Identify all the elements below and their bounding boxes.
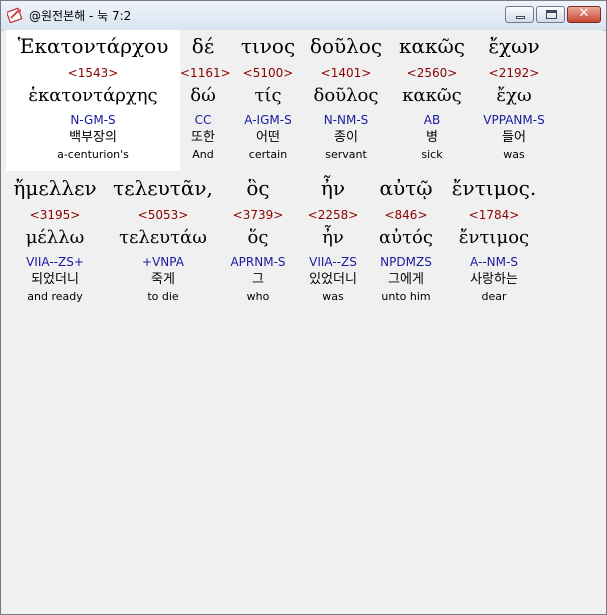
english-gloss: servant — [325, 148, 367, 161]
parsing-code: +VNPA — [142, 255, 184, 269]
strong-number: <846> — [384, 208, 428, 222]
korean-gloss: 사랑하는 — [470, 272, 518, 287]
korean-gloss: 그 — [252, 272, 264, 287]
close-button[interactable]: ✕ — [567, 6, 601, 23]
window-title: @원전본해 - 눅 7:2 — [29, 9, 132, 23]
strong-number: <5053> — [137, 208, 189, 222]
english-gloss: sick — [421, 148, 443, 161]
parsing-code: AB — [423, 113, 441, 127]
english-gloss: dear — [481, 290, 507, 303]
lemma: αὐτός — [379, 227, 433, 248]
parsing-code: CC — [194, 113, 212, 127]
parsing-code: N-NM-S — [323, 113, 369, 127]
word-cell[interactable]: τελευτᾶν, <5053> τελευτάω +VNPA 죽게 to di… — [108, 172, 218, 310]
maximize-button[interactable] — [536, 6, 565, 23]
english-gloss: and ready — [27, 290, 83, 303]
english-gloss: a-centurion's — [57, 148, 129, 161]
greek-word: δέ — [191, 34, 215, 58]
word-cell[interactable]: ἔντιμος. <1784> ἔντιμος A--NM-S 사랑하는 dea… — [444, 172, 544, 310]
word-cell[interactable]: Ἑκατοντάρχου <1543> ἑκατοντάρχης N-GM-S … — [6, 30, 180, 171]
strong-number: <2258> — [307, 208, 359, 222]
minimize-icon — [516, 16, 525, 19]
lemma: μέλλω — [25, 227, 85, 248]
greek-word: ἔντιμος. — [451, 176, 537, 200]
word-cell[interactable]: ὃς <3739> ὅς APRNM-S 그 who — [222, 172, 294, 310]
maximize-icon — [546, 10, 557, 19]
greek-word: ἔχων — [488, 34, 540, 58]
english-gloss: unto him — [381, 290, 431, 303]
strong-number: <1161> — [180, 66, 231, 80]
strong-number: <1401> — [320, 66, 372, 80]
parsing-code: VIIA--ZS+ — [26, 255, 84, 269]
greek-word: τινος — [240, 34, 296, 58]
strong-number: <1543> — [67, 66, 119, 80]
greek-word: Ἑκατοντάρχου — [17, 34, 169, 58]
parsing-code: NPDMZS — [380, 255, 432, 269]
word-cell[interactable]: ἤμελλεν <3195> μέλλω VIIA--ZS+ 되었더니 and … — [6, 172, 104, 310]
parsing-code: APRNM-S — [230, 255, 286, 269]
app-icon — [7, 7, 23, 23]
app-window: @원전본해 - 눅 7:2 ✕ Ἑκατοντάρχου <1543> ἑκατ… — [0, 0, 607, 615]
word-cell[interactable]: αὐτῷ <846> αὐτός NPDMZS 그에게 unto him — [372, 172, 440, 310]
minimize-button[interactable] — [505, 6, 534, 23]
parsing-code: VPPANM-S — [483, 113, 545, 127]
korean-gloss: 그에게 — [388, 272, 424, 287]
lemma: ἑκατοντάρχης — [28, 85, 158, 106]
greek-word: ἦν — [320, 176, 346, 200]
strong-number: <5100> — [242, 66, 294, 80]
word-cell[interactable]: κακῶς <2560> κακῶς AB 병 sick — [394, 30, 470, 171]
korean-gloss: 있었더니 — [309, 272, 357, 287]
strong-number: <2192> — [488, 66, 540, 80]
english-gloss: And — [192, 148, 214, 161]
lemma: ἔντιμος — [458, 227, 530, 248]
lemma: δοῦλος — [313, 85, 379, 106]
parsing-code: VIIA--ZS — [309, 255, 357, 269]
title-bar[interactable]: @원전본해 - 눅 7:2 ✕ — [1, 1, 606, 31]
english-gloss: was — [503, 148, 525, 161]
greek-word: ἤμελλεν — [13, 176, 97, 200]
lemma: ὅς — [247, 227, 269, 248]
word-cell[interactable]: ἦν <2258> ἦν VIIA--ZS 있었더니 was — [298, 172, 368, 310]
korean-gloss: 죽게 — [151, 272, 175, 287]
parsing-code: N-GM-S — [70, 113, 116, 127]
english-gloss: who — [246, 290, 270, 303]
strong-number: <3195> — [29, 208, 81, 222]
word-cell[interactable]: δοῦλος <1401> δοῦλος N-NM-S 종이 servant — [306, 30, 386, 171]
word-cell[interactable]: δέ <1161> δώ CC 또한 And — [180, 30, 231, 171]
close-icon: ✕ — [578, 6, 590, 21]
greek-word: τελευτᾶν, — [113, 176, 213, 200]
english-gloss: certain — [248, 148, 288, 161]
korean-gloss: 또한 — [191, 130, 215, 145]
strong-number: <3739> — [232, 208, 284, 222]
parsing-code: A-IGM-S — [244, 113, 292, 127]
word-cell[interactable]: ἔχων <2192> ἔχω VPPANM-S 들어 was — [476, 30, 552, 171]
lemma: ἔχω — [496, 85, 532, 106]
korean-gloss: 되었더니 — [31, 272, 79, 287]
lemma: ἦν — [322, 227, 344, 248]
strong-number: <1784> — [468, 208, 520, 222]
strong-number: <2560> — [406, 66, 458, 80]
interlinear-view[interactable]: Ἑκατοντάρχου <1543> ἑκατοντάρχης N-GM-S … — [4, 30, 603, 610]
english-gloss: was — [322, 290, 344, 303]
greek-word: δοῦλος — [309, 34, 383, 58]
english-gloss: to die — [147, 290, 179, 303]
lemma: κακῶς — [402, 85, 462, 106]
korean-gloss: 백부장의 — [69, 130, 117, 145]
greek-word: κακῶς — [398, 34, 465, 58]
korean-gloss: 병 — [426, 130, 438, 145]
greek-word: αὐτῷ — [379, 176, 433, 200]
parsing-code: A--NM-S — [470, 255, 518, 269]
korean-gloss: 종이 — [334, 130, 358, 145]
lemma: τελευτάω — [119, 227, 207, 248]
greek-word: ὃς — [246, 176, 270, 200]
korean-gloss: 어떤 — [256, 130, 280, 145]
lemma: τίς — [254, 85, 282, 106]
korean-gloss: 들어 — [502, 130, 526, 145]
lemma: δώ — [190, 85, 216, 106]
word-cell[interactable]: τινος <5100> τίς A-IGM-S 어떤 certain — [230, 30, 306, 171]
